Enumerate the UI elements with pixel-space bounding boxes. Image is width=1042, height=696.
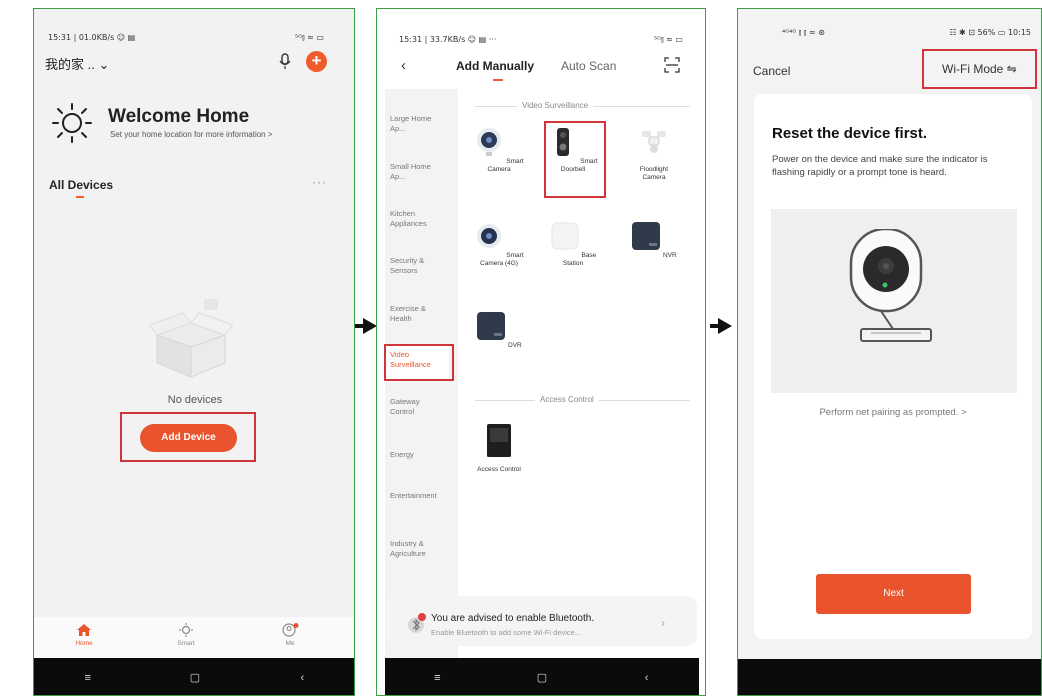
status-bar-left: ⁴ᴳ⁴ᴳ ⫾ ⫾ ≈ ⊛ bbox=[782, 28, 825, 37]
empty-box-icon bbox=[149, 299, 233, 378]
base-station-icon bbox=[551, 222, 579, 250]
reset-title: Reset the device first. bbox=[772, 125, 928, 142]
tab-auto-scan[interactable]: Auto Scan bbox=[561, 59, 616, 73]
add-device-button[interactable]: Add Device bbox=[140, 424, 237, 452]
tab-smart[interactable]: Smart bbox=[156, 623, 216, 647]
nav-home-button[interactable]: ▢ bbox=[522, 671, 562, 684]
access-control-icon bbox=[487, 424, 511, 460]
tab-smart-label: Smart bbox=[177, 640, 195, 647]
category-item[interactable]: Large Home Ap... bbox=[390, 114, 445, 134]
tab-home[interactable]: Home bbox=[54, 623, 114, 647]
tab-add-manually[interactable]: Add Manually bbox=[456, 59, 534, 73]
floodlight-icon bbox=[642, 131, 666, 153]
dvr-icon bbox=[477, 312, 506, 340]
smart-sun-icon bbox=[179, 623, 193, 637]
step-arrow-1 bbox=[355, 318, 377, 334]
device-item-smart-camera-4g[interactable]: Smart Camera (4G) bbox=[473, 221, 525, 268]
device-item-smart-doorbell[interactable]: Smart Doorbell bbox=[547, 127, 599, 174]
device-item-smart-camera[interactable]: Smart Camera bbox=[473, 127, 525, 174]
section-title-video: Video Surveillance bbox=[517, 101, 594, 110]
back-button[interactable]: ‹ bbox=[401, 57, 406, 74]
category-item-active[interactable]: Video Surveillance bbox=[385, 344, 449, 380]
camera-illustration-area bbox=[771, 209, 1017, 393]
doorbell-icon bbox=[557, 128, 570, 156]
device-label: Smart Camera (4G) bbox=[480, 252, 524, 267]
reset-device-panel: ⁴ᴳ⁴ᴳ ⫾ ⫾ ≈ ⊛ ☷ ✱ ⊡ 56% ▭ 10:15 Cancel Wi… bbox=[737, 8, 1042, 696]
nav-home-button[interactable]: ▢ bbox=[175, 671, 215, 684]
tab-me-label: Me bbox=[285, 640, 295, 647]
device-item-nvr[interactable]: NVR bbox=[628, 221, 680, 260]
device-label: Access Control bbox=[477, 466, 521, 473]
welcome-title: Welcome Home bbox=[108, 106, 250, 127]
more-options-icon[interactable]: ··· bbox=[312, 175, 327, 189]
category-item[interactable]: Energy bbox=[390, 450, 445, 460]
reset-description: Power on the device and make sure the in… bbox=[772, 154, 988, 178]
device-label: DVR bbox=[508, 342, 522, 349]
camera-illustration-icon bbox=[849, 229, 932, 342]
microphone-icon[interactable] bbox=[279, 53, 291, 70]
home-screen-panel: 15:31 | 01.0KB/s ☺ ▤ ⁵ᴳ⫾ ≈ ▭ 我的家 .. ⌄ + … bbox=[33, 8, 355, 696]
tab-home-label: Home bbox=[75, 640, 93, 647]
device-item-floodlight-camera[interactable]: Floodlight Camera bbox=[628, 127, 680, 182]
empty-state-text: No devices bbox=[167, 394, 223, 406]
bluetooth-subtitle: Enable Bluetooth to add some Wi-Fi devic… bbox=[431, 628, 582, 637]
nav-back-button[interactable]: ‹ bbox=[627, 672, 667, 684]
status-bar-right: ⁵ᴳ⫾ ≈ ▭ bbox=[653, 35, 683, 44]
bluetooth-title: You are advised to enable Bluetooth. bbox=[431, 613, 595, 624]
tab-me[interactable]: Me bbox=[260, 623, 320, 647]
device-label: Base Station bbox=[562, 252, 597, 267]
system-nav-bar: ≡ ▢ ‹ bbox=[34, 658, 354, 695]
bottom-tab-bar: Home Smart Me bbox=[34, 617, 354, 658]
category-item[interactable]: Exercise & Health bbox=[390, 304, 445, 324]
profile-icon bbox=[282, 623, 299, 637]
home-icon bbox=[77, 624, 91, 636]
camera-icon bbox=[477, 128, 502, 156]
nav-menu-button[interactable]: ≡ bbox=[417, 672, 457, 684]
device-label: Floodlight Camera bbox=[639, 166, 669, 181]
home-selector[interactable]: 我的家 .. ⌄ bbox=[45, 54, 109, 73]
status-bar-right: ☷ ✱ ⊡ 56% ▭ 10:15 bbox=[949, 28, 1031, 37]
section-title-access: Access Control bbox=[535, 395, 599, 404]
status-bar-left: 15:31 | 01.0KB/s ☺ ▤ bbox=[48, 33, 136, 42]
chevron-right-icon: › bbox=[661, 616, 665, 630]
status-bar-right: ⁵ᴳ⫾ ≈ ▭ bbox=[294, 33, 324, 42]
net-pairing-link[interactable]: Perform net pairing as prompted. > bbox=[754, 407, 1032, 418]
screenshot-stage: 15:31 | 01.0KB/s ☺ ▤ ⁵ᴳ⫾ ≈ ▭ 我的家 .. ⌄ + … bbox=[0, 0, 1042, 696]
category-item[interactable]: Small Home Ap... bbox=[390, 162, 445, 182]
scan-icon[interactable] bbox=[664, 57, 680, 73]
system-nav-bar bbox=[738, 659, 1041, 695]
category-item[interactable]: Kitchen Appliances bbox=[390, 209, 445, 229]
nav-back-button[interactable]: ‹ bbox=[282, 672, 322, 684]
nvr-icon bbox=[632, 222, 661, 250]
sun-icon bbox=[52, 103, 92, 143]
category-item[interactable]: Gateway Control bbox=[390, 397, 445, 417]
status-bar-left: 15:31 | 33.7KB/s ☺ ▤ ··· bbox=[399, 35, 497, 44]
add-plus-button[interactable]: + bbox=[306, 51, 327, 72]
tab-indicator bbox=[493, 79, 503, 81]
device-label: Smart Camera bbox=[487, 158, 524, 173]
cancel-button[interactable]: Cancel bbox=[753, 64, 790, 78]
camera-4g-icon bbox=[477, 224, 502, 248]
tab-all-devices[interactable]: All Devices bbox=[49, 178, 113, 192]
nav-menu-button[interactable]: ≡ bbox=[68, 672, 108, 684]
category-item[interactable]: Entertainment bbox=[390, 491, 445, 501]
device-label: NVR bbox=[663, 252, 677, 259]
wifi-mode-toggle[interactable]: Wi-Fi Mode ⇋ bbox=[942, 62, 1017, 76]
category-item[interactable]: Industry & Agriculture bbox=[390, 539, 445, 559]
device-item-base-station[interactable]: Base Station bbox=[547, 221, 599, 268]
step-arrow-2 bbox=[710, 318, 732, 334]
next-button[interactable]: Next bbox=[816, 574, 971, 614]
category-item[interactable]: Security & Sensors bbox=[390, 256, 445, 276]
add-device-panel: 15:31 | 33.7KB/s ☺ ▤ ··· ⁵ᴳ⫾ ≈ ▭ ‹ Add M… bbox=[376, 8, 706, 696]
system-nav-bar: ≡ ▢ ‹ bbox=[385, 658, 699, 695]
device-item-access-control[interactable]: Access Control bbox=[473, 421, 525, 474]
tab-indicator bbox=[76, 196, 84, 198]
device-label: Smart Doorbell bbox=[560, 158, 598, 173]
bluetooth-icon bbox=[408, 613, 426, 633]
location-link[interactable]: Set your home location for more informat… bbox=[110, 130, 273, 139]
device-item-dvr[interactable]: DVR bbox=[473, 311, 525, 350]
